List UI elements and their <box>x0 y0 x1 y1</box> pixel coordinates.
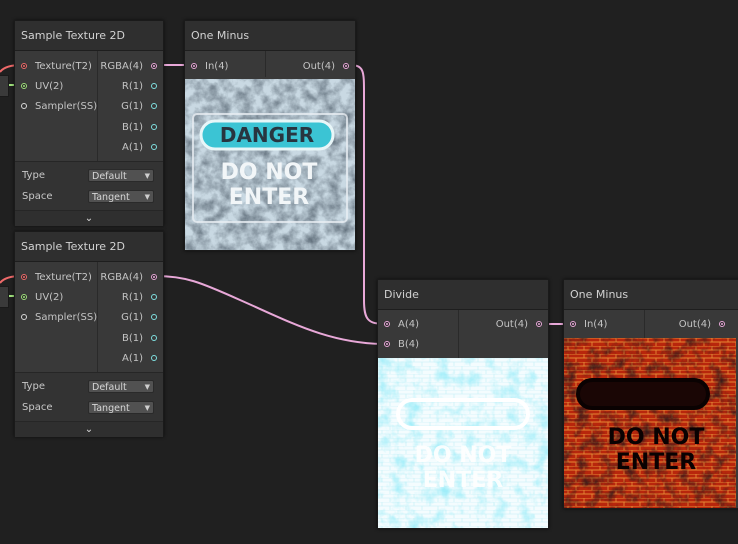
output-port-out[interactable]: Out(4) <box>496 315 548 335</box>
port-dot-icon[interactable] <box>384 321 390 327</box>
port-dot-icon[interactable] <box>151 274 157 280</box>
danger-sign-preview-image: DANGER DO NOT ENTER <box>185 79 355 250</box>
dropdown-arrow-icon: ▼ <box>144 172 150 180</box>
input-port-b[interactable]: B(4) <box>378 335 419 355</box>
node-preview: DANGER DO NOT ENTER <box>185 79 355 250</box>
preview-line1-text: DO NOT <box>608 425 705 450</box>
port-dot-icon[interactable] <box>21 63 27 69</box>
port-dot-icon[interactable] <box>21 314 27 320</box>
space-label: Space <box>22 191 53 202</box>
input-port-sampler[interactable]: Sampler(SS) <box>15 97 97 117</box>
output-port-rgba[interactable]: RGBA(4) <box>100 268 163 288</box>
offscreen-node-stub <box>0 286 9 308</box>
one-minus-node[interactable]: One Minus In(4) Out(4) DO NOT ENTER <box>563 279 738 509</box>
sample-texture-2d-node[interactable]: Sample Texture 2D Texture(T2) UV(2) Samp… <box>14 231 164 437</box>
input-port-in[interactable]: In(4) <box>185 57 228 77</box>
divide-node[interactable]: Divide A(4) B(4) Out(4) DO NOT ENTER <box>377 279 549 529</box>
input-port-texture[interactable]: Texture(T2) <box>15 268 92 288</box>
port-dot-icon[interactable] <box>536 321 542 327</box>
port-dot-icon[interactable] <box>151 63 157 69</box>
expand-preview-button[interactable]: ⌄ <box>15 421 163 437</box>
port-dot-icon[interactable] <box>151 335 157 341</box>
input-port-in[interactable]: In(4) <box>564 315 607 335</box>
port-dot-icon[interactable] <box>21 274 27 280</box>
input-port-a[interactable]: A(4) <box>378 315 419 335</box>
port-dot-icon[interactable] <box>151 314 157 320</box>
type-label: Type <box>22 170 45 181</box>
dropdown-arrow-icon: ▼ <box>144 404 150 412</box>
output-port-out[interactable]: Out(4) <box>303 57 355 77</box>
inverted-preview-image: DO NOT ENTER <box>564 338 736 508</box>
output-port-r[interactable]: R(1) <box>122 77 163 97</box>
preview-line1-text: DO NOT <box>415 443 512 468</box>
space-dropdown[interactable]: Tangent ▼ <box>88 190 154 203</box>
space-dropdown[interactable]: Tangent ▼ <box>88 401 154 414</box>
node-title[interactable]: Sample Texture 2D <box>15 232 163 262</box>
offscreen-node-stub <box>0 75 9 97</box>
port-dot-icon[interactable] <box>191 63 197 69</box>
port-dot-icon[interactable] <box>21 294 27 300</box>
node-preview: DO NOT ENTER <box>564 338 736 508</box>
output-port-a[interactable]: A(1) <box>122 349 163 369</box>
node-settings: Type Default ▼ Space Tangent ▼ <box>15 372 163 422</box>
port-dot-icon[interactable] <box>384 341 390 347</box>
output-port-g[interactable]: G(1) <box>121 97 163 117</box>
type-label: Type <box>22 381 45 392</box>
port-dot-icon[interactable] <box>570 321 576 327</box>
node-title[interactable]: One Minus <box>564 280 738 310</box>
port-dot-icon[interactable] <box>151 144 157 150</box>
dropdown-arrow-icon: ▼ <box>144 193 150 201</box>
space-label: Space <box>22 402 53 413</box>
output-port-g[interactable]: G(1) <box>121 308 163 328</box>
output-port-b[interactable]: B(1) <box>122 118 163 138</box>
port-dot-icon[interactable] <box>151 83 157 89</box>
preview-danger-text: DANGER <box>220 123 314 147</box>
node-settings: Type Default ▼ Space Tangent ▼ <box>15 161 163 211</box>
node-title[interactable]: Divide <box>378 280 548 310</box>
port-dot-icon[interactable] <box>151 355 157 361</box>
port-dot-icon[interactable] <box>21 103 27 109</box>
expand-preview-button[interactable]: ⌄ <box>15 210 163 226</box>
output-port-out[interactable]: Out(4) <box>679 315 731 335</box>
input-port-uv[interactable]: UV(2) <box>15 77 63 97</box>
sample-texture-2d-node[interactable]: Sample Texture 2D Texture(T2) UV(2) Samp… <box>14 20 164 226</box>
type-dropdown[interactable]: Default ▼ <box>88 169 154 182</box>
port-dot-icon[interactable] <box>21 83 27 89</box>
chevron-down-icon: ⌄ <box>84 213 94 224</box>
dropdown-arrow-icon: ▼ <box>144 383 150 391</box>
output-port-r[interactable]: R(1) <box>122 288 163 308</box>
node-title[interactable]: Sample Texture 2D <box>15 21 163 51</box>
preview-line2-text: ENTER <box>423 468 503 493</box>
output-port-b[interactable]: B(1) <box>122 329 163 349</box>
preview-line2-text: ENTER <box>616 450 696 475</box>
port-dot-icon[interactable] <box>151 124 157 130</box>
preview-line2-text: ENTER <box>229 185 309 210</box>
port-dot-icon[interactable] <box>151 103 157 109</box>
port-dot-icon[interactable] <box>151 294 157 300</box>
port-dot-icon[interactable] <box>719 321 725 327</box>
wire-sample2-to-divide-b <box>155 275 387 345</box>
preview-line1-text: DO NOT <box>221 160 318 185</box>
type-dropdown[interactable]: Default ▼ <box>88 380 154 393</box>
one-minus-node[interactable]: One Minus In(4) Out(4) DANGER DO NOT ENT… <box>184 20 356 251</box>
input-port-texture[interactable]: Texture(T2) <box>15 57 92 77</box>
port-dot-icon[interactable] <box>343 63 349 69</box>
node-title[interactable]: One Minus <box>185 21 355 51</box>
input-port-uv[interactable]: UV(2) <box>15 288 63 308</box>
chevron-down-icon: ⌄ <box>84 424 94 435</box>
input-port-sampler[interactable]: Sampler(SS) <box>15 308 97 328</box>
output-port-rgba[interactable]: RGBA(4) <box>100 57 163 77</box>
node-preview: DO NOT ENTER <box>378 358 548 528</box>
divide-preview-image: DO NOT ENTER <box>378 358 548 528</box>
output-port-a[interactable]: A(1) <box>122 138 163 158</box>
